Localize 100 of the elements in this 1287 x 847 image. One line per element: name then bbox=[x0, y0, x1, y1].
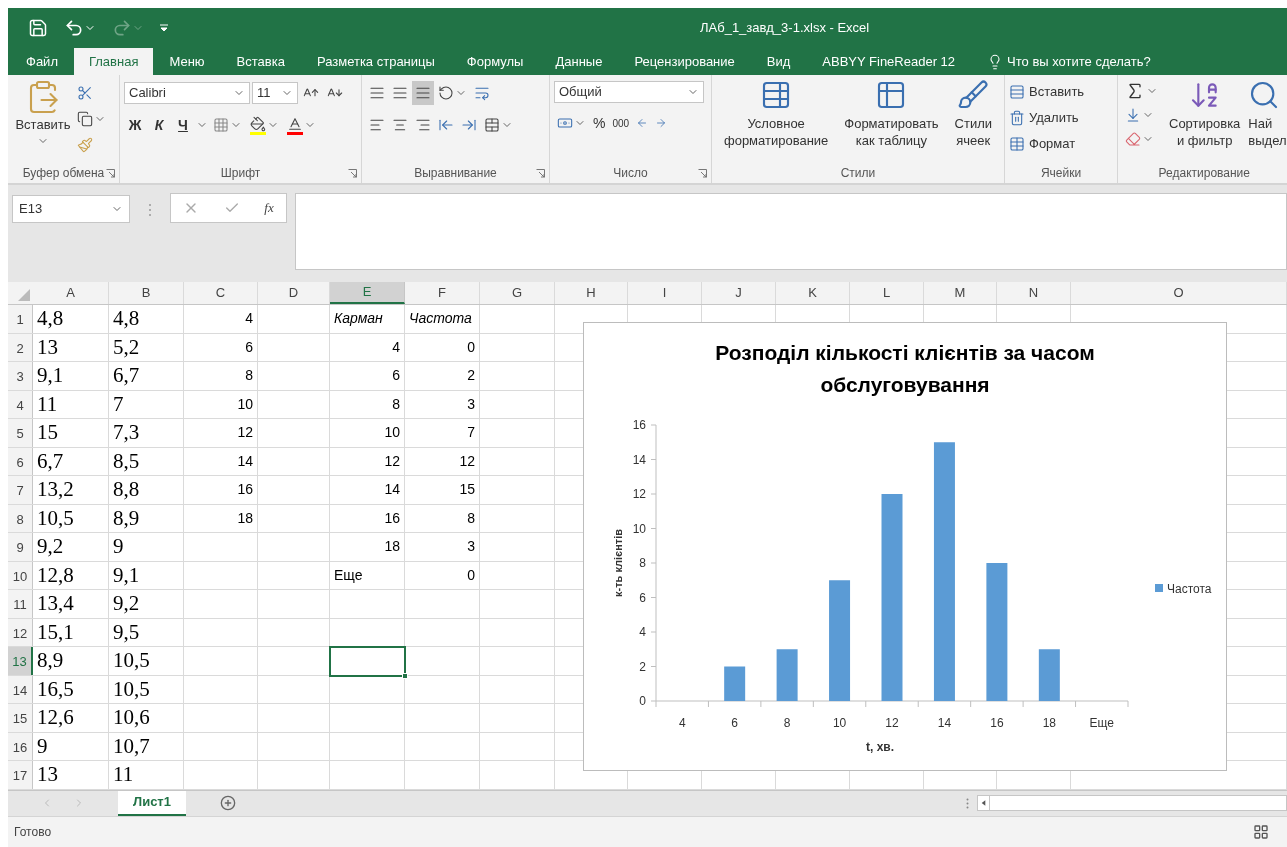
dialog-launcher-icon[interactable] bbox=[536, 169, 545, 178]
column-header[interactable]: A bbox=[33, 282, 109, 304]
row-header[interactable]: 13 bbox=[8, 647, 33, 675]
ribbon-tab[interactable]: Меню bbox=[153, 48, 221, 75]
find-select-button[interactable]: Най выдел bbox=[1248, 79, 1287, 163]
style-button[interactable]: Условное форматирование bbox=[723, 79, 829, 163]
row-header[interactable]: 8 bbox=[8, 504, 33, 532]
ribbon-tab[interactable]: Вид bbox=[750, 48, 807, 75]
sheet-tab[interactable]: Лист1 bbox=[118, 790, 186, 816]
cells-button[interactable]: Формат bbox=[1009, 131, 1085, 157]
row-header[interactable]: 15 bbox=[8, 704, 33, 732]
table-cell-text: 10 bbox=[236, 394, 254, 414]
italic-button[interactable]: К bbox=[148, 114, 170, 136]
redo-icon[interactable] bbox=[112, 18, 132, 38]
column-header[interactable]: I bbox=[628, 282, 702, 304]
table-cell-text: 7 bbox=[112, 390, 125, 418]
row-header[interactable]: 11 bbox=[8, 590, 33, 618]
table-cell-text: 9 bbox=[36, 732, 49, 760]
column-header[interactable]: B bbox=[109, 282, 184, 304]
row-header[interactable]: 1 bbox=[8, 305, 33, 333]
row-header[interactable]: 2 bbox=[8, 333, 33, 361]
ribbon-tab[interactable]: Рецензирование bbox=[618, 48, 751, 75]
table-cell-text: 0 bbox=[466, 337, 476, 357]
bar[interactable] bbox=[829, 580, 851, 701]
row-header[interactable]: 3 bbox=[8, 362, 33, 390]
bar[interactable] bbox=[986, 563, 1008, 701]
sort-filter-button[interactable]: Сортировка и фильтр bbox=[1169, 79, 1241, 163]
row-header[interactable]: 9 bbox=[8, 533, 33, 561]
thousands-button[interactable]: 000 bbox=[609, 111, 633, 135]
row-header[interactable]: 4 bbox=[8, 390, 33, 418]
x-tick-label: Еще bbox=[1089, 716, 1114, 730]
normal-view-icon[interactable] bbox=[1253, 823, 1269, 840]
undo-icon[interactable] bbox=[64, 18, 84, 38]
column-header[interactable]: K bbox=[776, 282, 850, 304]
column-header[interactable]: O bbox=[1071, 282, 1287, 304]
align-bottom-button[interactable] bbox=[412, 81, 434, 105]
x-tick-label: 14 bbox=[937, 716, 952, 730]
tell-me-field[interactable]: Что вы хотите сделать? bbox=[1007, 51, 1208, 72]
column-header[interactable]: L bbox=[850, 282, 924, 304]
ribbon-tab[interactable]: Данные bbox=[539, 48, 619, 75]
column-header[interactable]: E bbox=[330, 282, 405, 304]
y-tick-label: 10 bbox=[632, 521, 646, 536]
insert-function-button[interactable]: fx bbox=[264, 198, 274, 218]
bold-button[interactable]: Ж bbox=[124, 114, 146, 136]
style-button[interactable]: Форматировать как таблицу bbox=[844, 79, 939, 163]
bar[interactable] bbox=[933, 442, 955, 701]
table-cell-text: 5,2 bbox=[112, 333, 141, 361]
table-cell-text: 10,7 bbox=[112, 732, 151, 760]
row-header[interactable]: 16 bbox=[8, 732, 33, 760]
underline-button[interactable]: Ч bbox=[172, 114, 194, 136]
paste-button[interactable]: Вставить bbox=[12, 79, 74, 163]
group-label: Буфер обмена bbox=[22, 165, 105, 182]
fill-handle[interactable] bbox=[402, 672, 408, 679]
table-cell-text: 11 bbox=[112, 761, 135, 788]
horizontal-scrollbar[interactable] bbox=[977, 795, 1287, 811]
column-header[interactable]: J bbox=[702, 282, 776, 304]
bar[interactable] bbox=[776, 649, 798, 701]
cells-button[interactable]: Вставить bbox=[1009, 79, 1085, 105]
row-header[interactable]: 12 bbox=[8, 618, 33, 646]
ribbon-tab[interactable]: Вставка bbox=[220, 48, 301, 75]
row-header[interactable]: 14 bbox=[8, 675, 33, 703]
increase-indent-icon bbox=[461, 117, 477, 133]
row-header[interactable]: 6 bbox=[8, 447, 33, 475]
column-header[interactable]: F bbox=[405, 282, 480, 304]
font-size-field[interactable]: 11 bbox=[252, 82, 298, 104]
dialog-launcher-icon[interactable] bbox=[348, 169, 357, 178]
active-cell[interactable] bbox=[329, 646, 406, 677]
ribbon-tab[interactable]: Формулы bbox=[450, 48, 540, 75]
formula-field[interactable] bbox=[295, 193, 1287, 270]
save-icon[interactable] bbox=[28, 18, 48, 38]
column-header[interactable]: G bbox=[480, 282, 555, 304]
eraser-icon bbox=[1125, 131, 1141, 147]
column-header[interactable]: H bbox=[555, 282, 628, 304]
ribbon-tab[interactable]: ABBYY FineReader 12 bbox=[806, 48, 972, 75]
row-header[interactable]: 7 bbox=[8, 476, 33, 504]
row-header[interactable]: 10 bbox=[8, 561, 33, 589]
add-sheet-icon[interactable] bbox=[220, 795, 236, 811]
font-family-field[interactable]: Calibri bbox=[124, 82, 250, 104]
ribbon-tab[interactable]: Файл bbox=[10, 48, 74, 75]
y-tick-label: 16 bbox=[632, 418, 646, 432]
cells-button[interactable]: Удалить bbox=[1009, 105, 1085, 131]
dialog-launcher-icon[interactable] bbox=[106, 169, 115, 178]
name-box[interactable]: E13 bbox=[12, 195, 130, 223]
ribbon-tab[interactable]: Главная bbox=[73, 48, 154, 75]
customize-icon[interactable] bbox=[160, 24, 168, 32]
bar[interactable] bbox=[724, 666, 746, 701]
percent-button[interactable]: % bbox=[590, 111, 609, 135]
row-header[interactable]: 17 bbox=[8, 761, 33, 789]
table-cell-text: 6,7 bbox=[112, 362, 141, 389]
dialog-launcher-icon[interactable] bbox=[698, 169, 707, 178]
style-button[interactable]: Стили ячеек bbox=[954, 79, 992, 163]
ribbon-tab[interactable]: Разметка страницы bbox=[300, 48, 451, 75]
column-header[interactable]: M bbox=[924, 282, 997, 304]
merge-cells-icon bbox=[484, 117, 500, 133]
bar[interactable] bbox=[1038, 649, 1060, 701]
row-header[interactable]: 5 bbox=[8, 419, 33, 447]
y-tick-label: 4 bbox=[639, 625, 646, 639]
column-header[interactable]: C bbox=[184, 282, 258, 304]
column-header[interactable]: N bbox=[997, 282, 1071, 304]
number-format-field[interactable]: Общий bbox=[554, 81, 704, 103]
